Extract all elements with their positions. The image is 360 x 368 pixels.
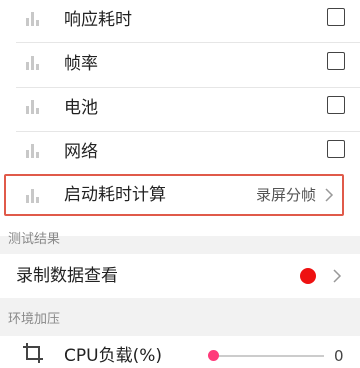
cpu-load-label: CPU负载(%) xyxy=(64,346,162,366)
metric-row-response-time[interactable]: 响应耗时 xyxy=(0,0,360,42)
bar-chart-icon xyxy=(26,189,39,203)
response-time-checkbox[interactable] xyxy=(327,8,345,26)
battery-checkbox[interactable] xyxy=(327,96,345,114)
startup-mode-value: 录屏分帧 xyxy=(255,186,316,204)
section-header-env-pressure: 环境加压 xyxy=(8,312,61,327)
cpu-load-slider-track[interactable] xyxy=(212,355,324,357)
startup-time-label: 启动耗时计算 xyxy=(64,185,166,205)
metric-row-battery[interactable]: 电池 xyxy=(0,86,360,130)
bar-chart-icon xyxy=(26,12,39,26)
cpu-load-slider-thumb[interactable] xyxy=(208,350,219,361)
metric-label: 电池 xyxy=(64,98,98,118)
network-checkbox[interactable] xyxy=(327,140,345,158)
record-indicator-dot xyxy=(300,268,316,284)
metric-row-network[interactable]: 网络 xyxy=(0,130,360,174)
crop-icon xyxy=(23,343,43,363)
frame-rate-checkbox[interactable] xyxy=(327,52,345,70)
chevron-right-icon xyxy=(333,269,342,283)
settings-page: 响应耗时 帧率 电池 网络 启动耗时计算 录屏分帧 测试结果 录制数据查看 环境… xyxy=(0,0,360,368)
startup-time-row[interactable]: 启动耗时计算 录屏分帧 xyxy=(4,174,344,216)
metric-label: 网络 xyxy=(64,142,98,162)
bar-chart-icon xyxy=(26,100,39,114)
cpu-load-value: 0 xyxy=(334,347,344,365)
bar-chart-icon xyxy=(26,144,39,158)
metric-row-frame-rate[interactable]: 帧率 xyxy=(0,42,360,86)
metric-label: 帧率 xyxy=(64,54,98,74)
record-data-row[interactable]: 录制数据查看 xyxy=(0,254,360,298)
bar-chart-icon xyxy=(26,56,39,70)
section-header-test-results: 测试结果 xyxy=(8,232,61,247)
chevron-right-icon xyxy=(325,188,334,202)
metric-label: 响应耗时 xyxy=(64,10,132,30)
cpu-load-row: CPU负载(%) 0 xyxy=(0,336,360,368)
record-data-label: 录制数据查看 xyxy=(16,266,118,286)
